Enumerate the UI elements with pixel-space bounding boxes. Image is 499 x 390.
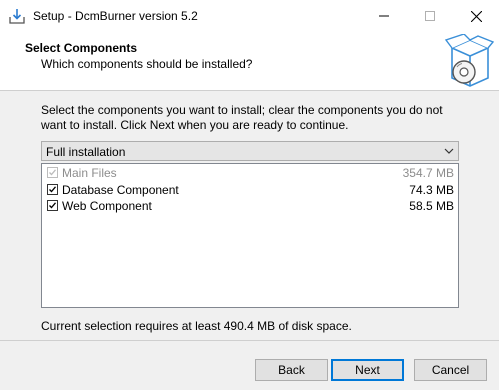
cancel-button[interactable]: Cancel	[414, 359, 487, 381]
component-row-main-files: Main Files 354.7 MB	[42, 165, 458, 181]
component-row-database[interactable]: Database Component 74.3 MB	[42, 182, 458, 198]
database-component-checkbox[interactable]	[47, 184, 58, 195]
component-size: 74.3 MB	[409, 183, 454, 197]
maximize-button[interactable]	[407, 0, 453, 32]
chevron-down-icon	[444, 148, 454, 154]
web-component-checkbox[interactable]	[47, 200, 58, 211]
installer-app-icon	[8, 7, 26, 25]
page-subtitle: Which components should be installed?	[41, 57, 253, 71]
component-size: 58.5 MB	[409, 199, 454, 213]
install-box-icon	[444, 33, 495, 88]
back-button[interactable]: Back	[255, 359, 328, 381]
minimize-button[interactable]	[361, 0, 407, 32]
close-icon	[470, 10, 482, 22]
component-label: Web Component	[62, 199, 152, 213]
component-row-web[interactable]: Web Component 58.5 MB	[42, 198, 458, 214]
next-button[interactable]: Next	[331, 359, 404, 381]
maximize-icon	[425, 11, 435, 21]
wizard-header: Select Components Which components shoul…	[0, 32, 499, 91]
component-label: Main Files	[62, 166, 117, 180]
footer-divider	[0, 340, 499, 341]
component-size: 354.7 MB	[402, 166, 454, 180]
instructions-text: Select the components you want to instal…	[41, 103, 443, 132]
window-title: Setup - DcmBurner version 5.2	[33, 9, 198, 23]
setup-window: Setup - DcmBurner version 5.2 Select Com…	[0, 0, 499, 390]
components-list[interactable]: Main Files 354.7 MB Database Component 7…	[41, 163, 459, 308]
install-type-dropdown[interactable]: Full installation	[41, 141, 459, 161]
page-title: Select Components	[25, 41, 138, 55]
minimize-icon	[379, 15, 389, 17]
main-files-checkbox	[47, 167, 58, 178]
title-bar[interactable]: Setup - DcmBurner version 5.2	[0, 0, 499, 32]
install-type-value: Full installation	[46, 145, 126, 159]
component-label: Database Component	[62, 183, 179, 197]
disk-space-text: Current selection requires at least 490.…	[41, 319, 352, 333]
close-button[interactable]	[453, 0, 499, 32]
